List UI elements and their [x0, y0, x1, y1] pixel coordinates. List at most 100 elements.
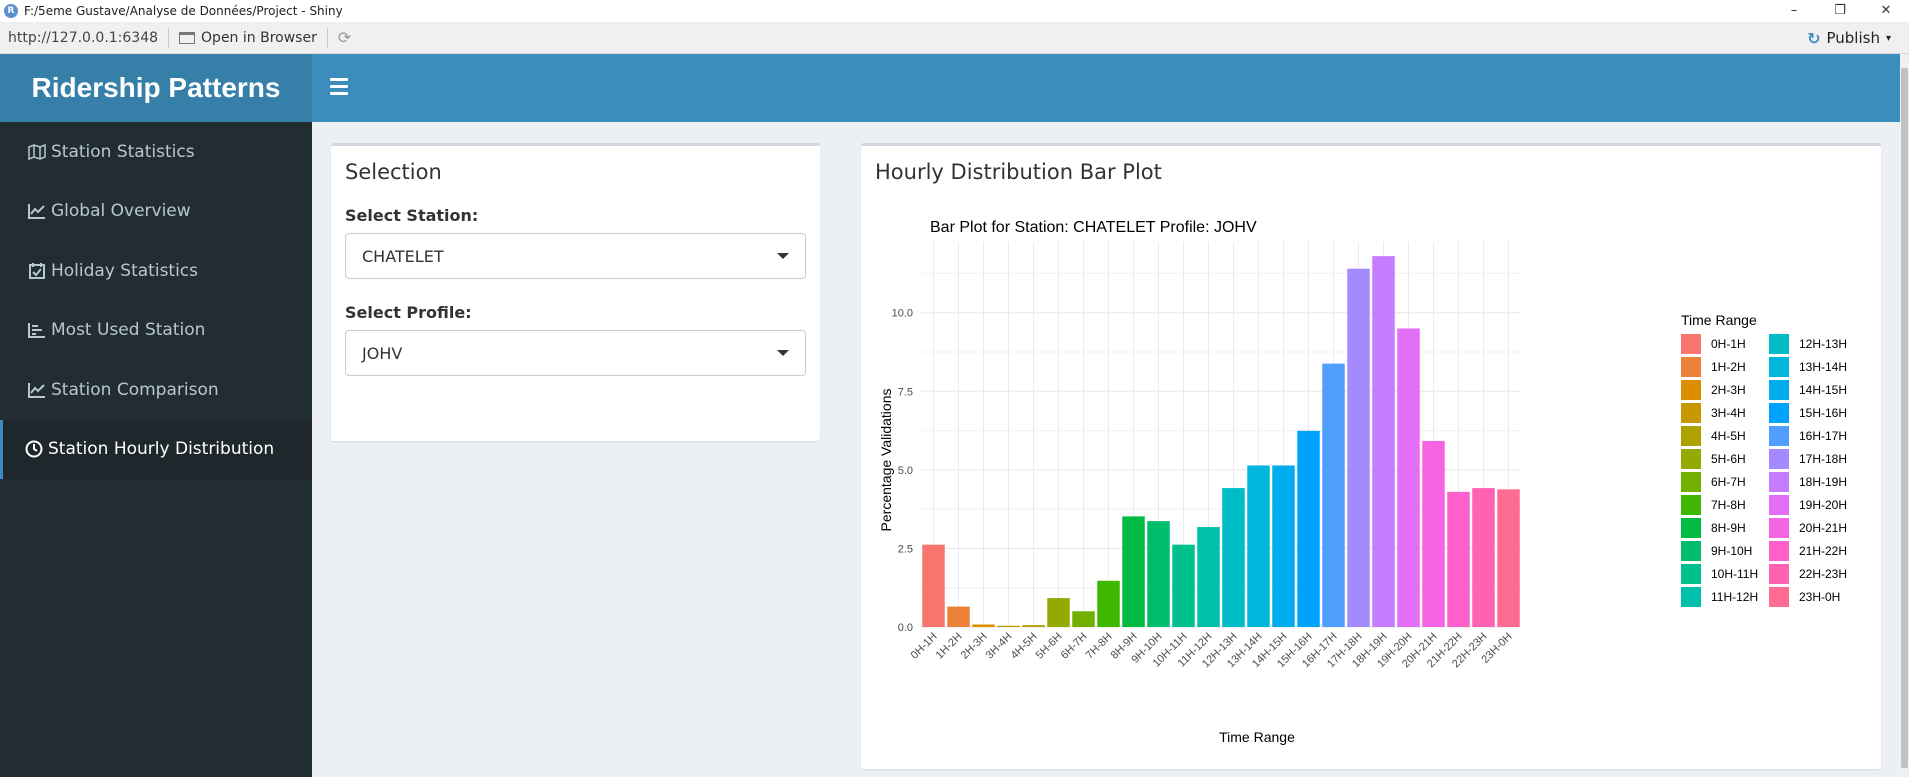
publish-button[interactable]: ↻ Publish ▾ [1807, 22, 1891, 54]
bar-list-icon [27, 320, 47, 340]
sidebar-item-label: Global Overview [51, 201, 191, 222]
legend-label: 8H-9H [1711, 521, 1746, 535]
chart-legend: 0H-1H 1H-2H 2H-3H 3H-4H 4H-5H 5H-6H 6H-7H 7H-8H… [1681, 334, 1847, 607]
legend-label: 5H-6H [1711, 452, 1746, 466]
x-tick-label: 7H-8H [1084, 631, 1115, 662]
bar-11H-12H [1197, 527, 1220, 627]
legend-swatch [1681, 426, 1701, 446]
legend-swatch [1769, 564, 1789, 584]
legend-swatch [1769, 472, 1789, 492]
legend-swatch [1681, 357, 1701, 377]
toolbar-separator [326, 27, 328, 48]
legend-swatch [1769, 334, 1789, 354]
sidebar-item-most-used-station[interactable]: Most Used Station [0, 301, 312, 361]
x-tick-label: 1H-2H [934, 631, 965, 662]
hourly-distribution-chart: Bar Plot for Station: CHATELET Profile: … [878, 219, 1847, 745]
bar-16H-17H [1322, 363, 1345, 627]
legend-label: 2H-3H [1711, 383, 1746, 397]
legend-label: 1H-2H [1711, 360, 1746, 374]
legend-swatch [1769, 541, 1789, 561]
legend-swatch [1681, 334, 1701, 354]
x-tick-label: 0H-1H [909, 631, 940, 662]
profile-select[interactable]: JOHV [345, 330, 806, 376]
legend-label: 10H-11H [1711, 567, 1758, 581]
calendar-check-icon [27, 261, 47, 281]
x-axis-label: Time Range [1219, 729, 1295, 745]
selection-box: Selection Select Station: CHATELET Selec… [331, 143, 820, 441]
legend-label: 0H-1H [1711, 337, 1746, 351]
y-tick-label: 7.5 [898, 386, 913, 398]
x-tick-label: 5H-6H [1034, 631, 1065, 662]
legend-swatch [1681, 541, 1701, 561]
publish-icon: ↻ [1807, 28, 1821, 48]
url-text: http://127.0.0.1:6348 [8, 29, 159, 46]
legend-swatch [1681, 587, 1701, 607]
bar-2H-3H [972, 624, 995, 627]
legend-label: 20H-21H [1799, 521, 1847, 535]
bar-13H-14H [1247, 465, 1270, 627]
legend-label: 18H-19H [1799, 475, 1847, 489]
bar-22H-23H [1472, 488, 1495, 627]
sidebar-toggle-icon[interactable] [330, 78, 350, 96]
page-scrollbar[interactable] [1900, 54, 1909, 777]
x-axis-ticks: 0H-1H1H-2H2H-3H3H-4H4H-5H5H-6H6H-7H7H-8H… [909, 631, 1515, 671]
bar-14H-15H [1272, 465, 1295, 627]
chevron-down-icon: ▾ [1885, 32, 1891, 44]
legend-label: 22H-23H [1799, 567, 1847, 581]
legend-label: 17H-18H [1799, 452, 1847, 466]
legend-swatch [1769, 357, 1789, 377]
sidebar-item-station-hourly-distribution[interactable]: Station Hourly Distribution [0, 419, 312, 479]
window-title: F:/5eme Gustave/Analyse de Données/Proje… [24, 4, 343, 18]
bar-4H-5H [1022, 625, 1045, 627]
bar-20H-21H [1422, 440, 1445, 627]
legend-label: 23H-0H [1799, 590, 1840, 604]
station-select[interactable]: CHATELET [345, 233, 806, 279]
x-tick-label: 3H-4H [984, 631, 1015, 662]
legend-label: 13H-14H [1799, 360, 1847, 374]
x-tick-label: 4H-5H [1009, 631, 1040, 662]
y-tick-label: 10.0 [892, 308, 913, 320]
app-logo-title[interactable]: Ridership Patterns [0, 54, 312, 122]
restore-button[interactable]: ❐ [1817, 0, 1863, 22]
bar-18H-19H [1372, 256, 1395, 627]
bar-15H-16H [1297, 430, 1320, 627]
sidebar-item-station-statistics[interactable]: Station Statistics [0, 122, 312, 182]
legend-swatch [1769, 426, 1789, 446]
profile-select-value: JOHV [362, 343, 403, 363]
bar-7H-8H [1097, 580, 1120, 627]
bar-6H-7H [1072, 611, 1095, 627]
legend-label: 3H-4H [1711, 406, 1746, 420]
station-select-value: CHATELET [362, 246, 444, 266]
line-chart-icon [27, 201, 47, 221]
bar-21H-22H [1447, 491, 1470, 627]
legend-swatch [1769, 495, 1789, 515]
publish-label: Publish [1826, 29, 1880, 47]
refresh-icon[interactable]: ⟳ [338, 28, 351, 47]
bar-5H-6H [1047, 598, 1070, 627]
legend-swatch [1769, 403, 1789, 423]
legend-swatch [1769, 449, 1789, 469]
chart-title: Bar Plot for Station: CHATELET Profile: … [930, 219, 1257, 236]
sidebar-item-station-comparison[interactable]: Station Comparison [0, 360, 312, 420]
bar-23H-0H [1497, 489, 1520, 627]
profile-select-label: Select Profile: [345, 303, 472, 322]
scrollbar-thumb[interactable] [1901, 68, 1908, 768]
minimize-button[interactable]: – [1771, 0, 1817, 22]
legend-swatch [1681, 518, 1701, 538]
window-title-bar: R F:/5eme Gustave/Analyse de Données/Pro… [0, 0, 1909, 22]
bar-8H-9H [1122, 516, 1145, 627]
sidebar-item-global-overview[interactable]: Global Overview [0, 182, 312, 242]
legend-swatch [1769, 518, 1789, 538]
legend-label: 12H-13H [1799, 337, 1847, 351]
sidebar-item-holiday-statistics[interactable]: Holiday Statistics [0, 241, 312, 301]
bar-10H-11H [1172, 544, 1195, 627]
legend-label: 4H-5H [1711, 429, 1746, 443]
close-button[interactable]: ✕ [1863, 0, 1909, 22]
sidebar: Station Statistics Global Overview Holid… [0, 122, 312, 777]
legend-swatch [1681, 449, 1701, 469]
open-in-browser-label: Open in Browser [201, 29, 317, 46]
map-icon [27, 142, 47, 162]
legend-label: 6H-7H [1711, 475, 1746, 489]
open-in-browser-button[interactable]: Open in Browser [179, 30, 317, 46]
chevron-down-icon [777, 253, 789, 259]
